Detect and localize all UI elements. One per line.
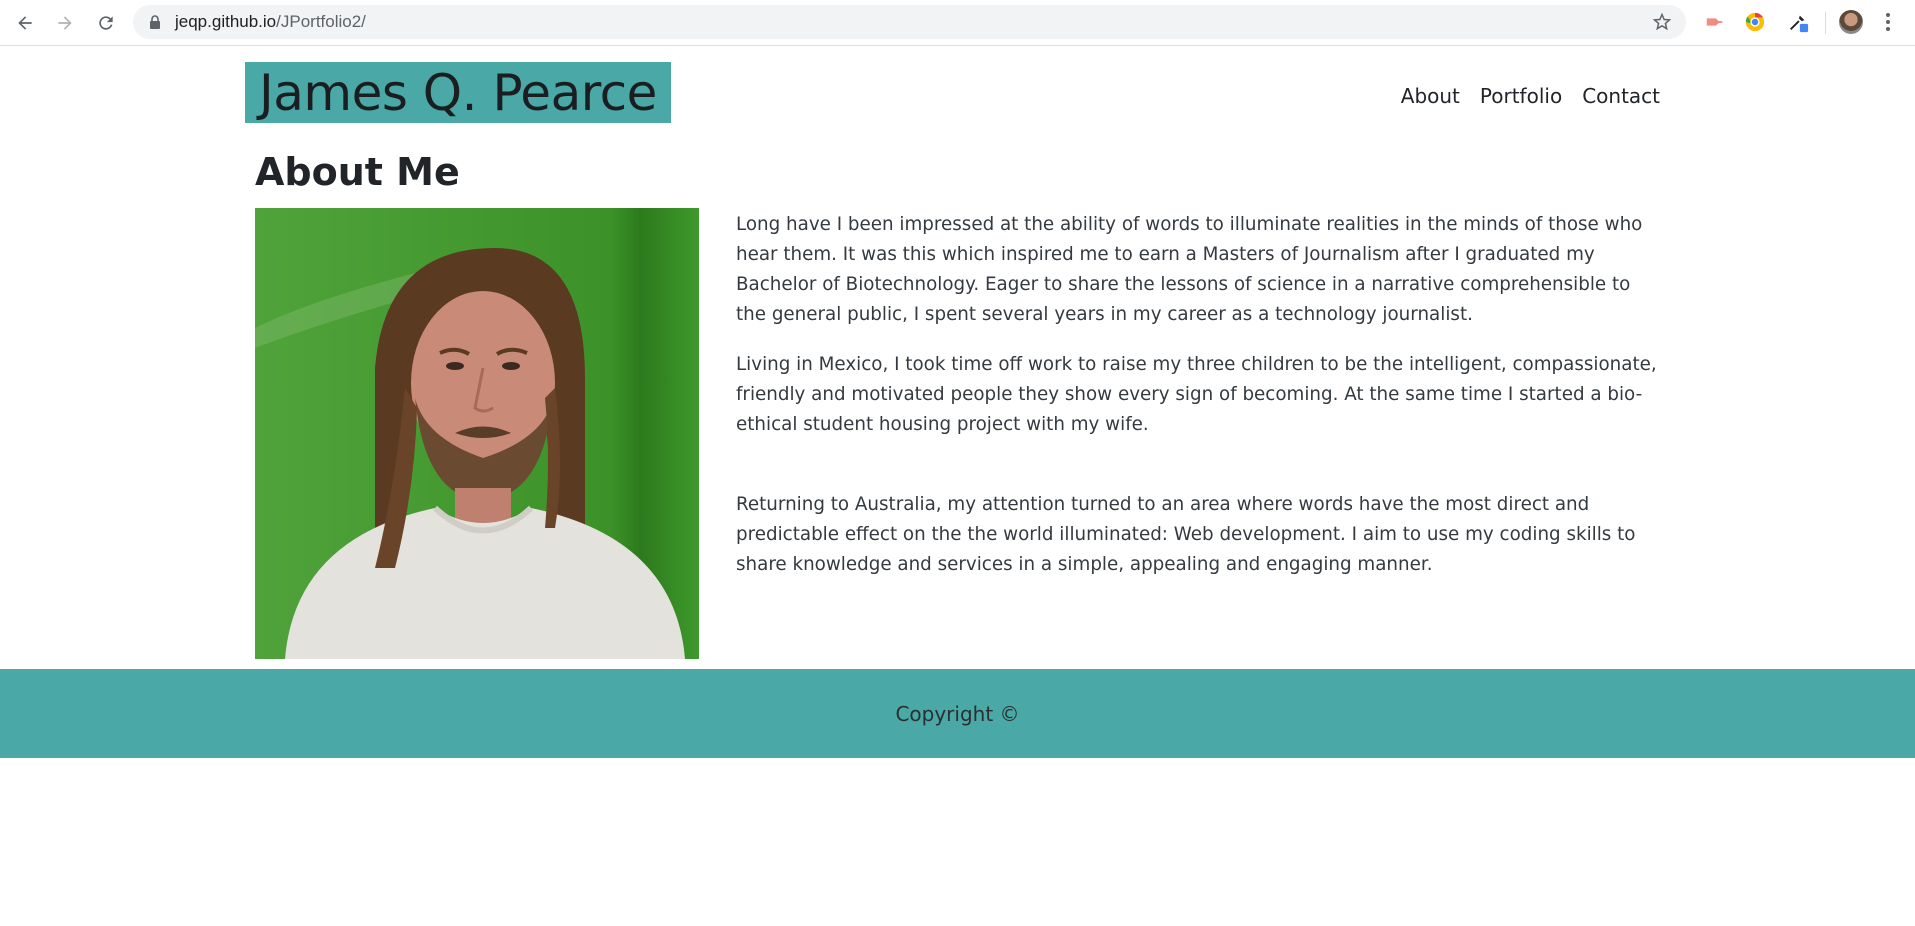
forward-icon[interactable]: [51, 9, 79, 37]
bio-paragraph-1: Long have I been impressed at the abilit…: [736, 214, 1643, 325]
nav-link-contact[interactable]: Contact: [1582, 84, 1660, 108]
nav-link-portfolio[interactable]: Portfolio: [1480, 84, 1562, 108]
star-icon[interactable]: [1652, 12, 1672, 32]
toolbar-divider: [1825, 12, 1826, 34]
browser-toolbar: jeqp.github.io/JPortfolio2/: [0, 0, 1915, 46]
profile-avatar[interactable]: [1839, 10, 1863, 34]
site-footer: Copyright ©: [0, 669, 1915, 758]
chrome-extension-icon[interactable]: [1743, 10, 1767, 34]
nav-link-about[interactable]: About: [1401, 84, 1460, 108]
copyright-text: Copyright ©: [895, 701, 1020, 726]
lock-icon: [149, 15, 161, 29]
reload-icon[interactable]: [92, 9, 120, 37]
url-text[interactable]: jeqp.github.io/JPortfolio2/: [175, 12, 366, 32]
main-nav: About Portfolio Contact: [1401, 84, 1660, 108]
site-header: James Q. Pearce About Portfolio Contact: [245, 62, 1660, 124]
bio-paragraph-3: Returning to Australia, my attention tur…: [736, 494, 1636, 575]
extension-icon[interactable]: [1703, 10, 1727, 34]
back-icon[interactable]: [11, 9, 39, 37]
address-bar[interactable]: jeqp.github.io/JPortfolio2/: [133, 5, 1686, 39]
menu-icon[interactable]: [1883, 11, 1893, 33]
eyedropper-icon[interactable]: [1786, 10, 1810, 34]
about-heading: About Me: [255, 150, 460, 194]
about-bio: Long have I been impressed at the abilit…: [736, 210, 1661, 600]
site-brand[interactable]: James Q. Pearce: [245, 62, 671, 123]
portrait-photo: [255, 208, 699, 659]
bio-paragraph-2: Living in Mexico, I took time off work t…: [736, 354, 1657, 435]
